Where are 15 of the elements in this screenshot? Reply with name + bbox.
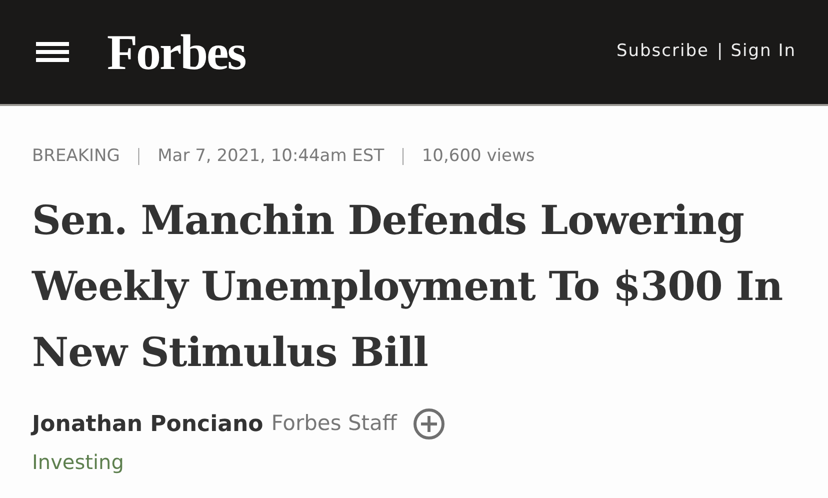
logo[interactable]: Forbes: [107, 27, 246, 77]
header-link[interactable]: Subscribe: [616, 39, 709, 65]
meta-text: Mar 7, 2021, 10:44am EST: [158, 145, 384, 168]
headline: Sen. Manchin Defends Lowering Weekly Unemployment To $300 In New Stimulus Bill: [32, 196, 784, 378]
author-role: Forbes Staff: [271, 410, 397, 438]
menu-icon[interactable]: [36, 42, 69, 62]
meta-text: BREAKING: [32, 145, 120, 168]
section-link[interactable]: Investing: [32, 446, 124, 476]
separator: |: [400, 145, 406, 168]
separator: |: [716, 40, 723, 64]
meta-text: 10,600 views: [422, 145, 535, 168]
header-link[interactable]: Sign In: [730, 39, 796, 65]
author-link[interactable]: Jonathan Ponciano: [32, 408, 264, 440]
separator: |: [136, 145, 142, 168]
follow-icon[interactable]: [412, 408, 445, 440]
